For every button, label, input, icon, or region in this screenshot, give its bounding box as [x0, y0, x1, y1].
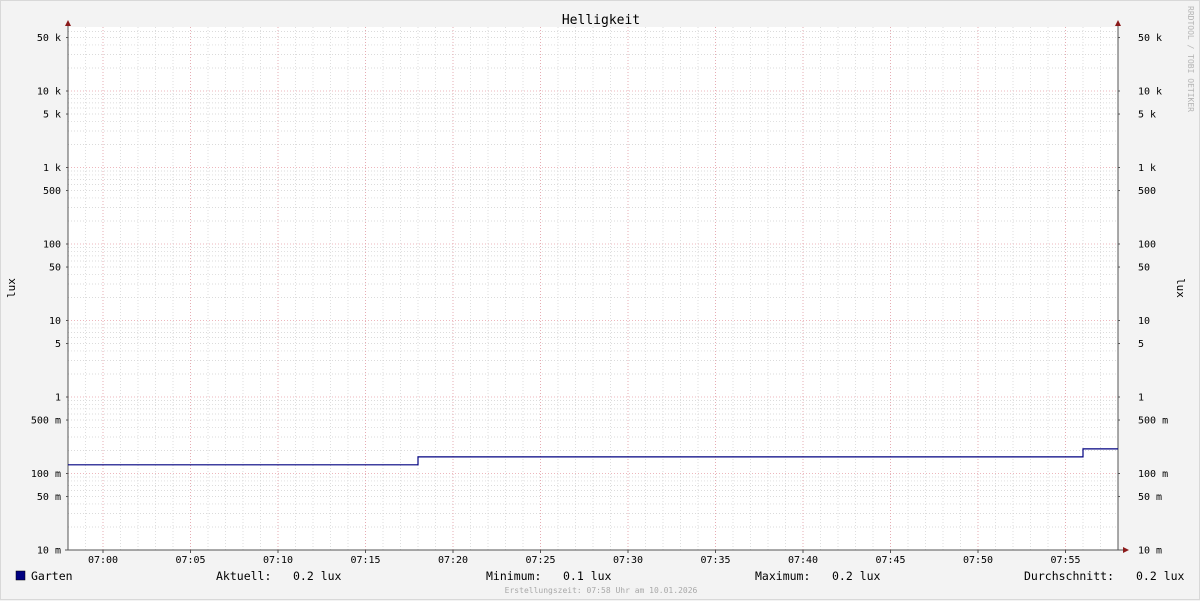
- y-tick-label-left: 50: [49, 263, 61, 274]
- y-tick-label-left: 100: [43, 240, 61, 251]
- stat-label-minimum: Minimum:: [486, 569, 541, 583]
- y-axis-label-left: lux: [5, 278, 18, 298]
- grid: [67, 27, 1119, 551]
- left-axis-arrow: [65, 20, 71, 26]
- y-tick-label-left: 100 m: [31, 469, 61, 480]
- stat-label-current: Aktuell:: [216, 569, 271, 583]
- graph-frame: 10 m 10 m 50 m 50 m 100 m 100 m 500 m 500 m 1 1 5 5…: [0, 0, 1200, 600]
- creation-time-footer: Erstellungszeit: 07:58 Uhr am 10.01.2026: [505, 586, 698, 595]
- y-tick-label-left: 10 k: [37, 87, 61, 98]
- stat-value-minimum: 0.1 lux: [563, 569, 612, 583]
- x-tick-label: 07:55: [1050, 555, 1080, 566]
- chart-title: Helligkeit: [562, 13, 640, 28]
- y-tick-label-right: 100 m: [1138, 469, 1168, 480]
- stat-value-maximum: 0.2 lux: [832, 569, 881, 583]
- y-tick-label-left: 50 k: [37, 33, 61, 44]
- x-tick-label: 07:50: [963, 555, 993, 566]
- x-tick-label: 07:20: [438, 555, 468, 566]
- y-tick-label-left: 1 k: [43, 163, 61, 174]
- x-tick-label: 07:40: [788, 555, 818, 566]
- y-tick-label-right: 1 k: [1138, 163, 1156, 174]
- legend-swatch: [15, 570, 26, 581]
- y-tick-label-left: 500: [43, 186, 61, 197]
- right-axis-arrow: [1115, 20, 1121, 26]
- y-tick-label-right: 10: [1138, 316, 1150, 327]
- y-tick-label-right: 50 k: [1138, 33, 1162, 44]
- x-tick-label: 07:10: [263, 555, 293, 566]
- y-tick-label-left: 500 m: [31, 416, 61, 427]
- x-tick-label: 07:35: [700, 555, 730, 566]
- x-tick-label: 07:15: [350, 555, 380, 566]
- y-axis-label-right: lux: [1174, 278, 1187, 298]
- x-tick-label: 07:30: [613, 555, 643, 566]
- y-tick-label-right: 500: [1138, 186, 1156, 197]
- stat-label-average: Durchschnitt:: [1024, 569, 1114, 583]
- y-tick-label-right: 10 k: [1138, 87, 1162, 98]
- y-tick-label-right: 5: [1138, 339, 1144, 350]
- y-tick-label-left: 50 m: [37, 492, 61, 503]
- watermark: RRDTOOL / TOBI OETIKER: [1186, 6, 1195, 112]
- x-tick-label: 07:45: [875, 555, 905, 566]
- y-tick-label-right: 5 k: [1138, 110, 1156, 121]
- y-tick-label-right: 500 m: [1138, 416, 1168, 427]
- stat-value-current: 0.2 lux: [293, 569, 342, 583]
- y-tick-label-left: 10 m: [37, 546, 61, 557]
- legend-series-name: Garten: [31, 569, 73, 583]
- y-tick-label-left: 5 k: [43, 110, 61, 121]
- lux-chart: 10 m 10 m 50 m 50 m 100 m 100 m 500 m 500 m 1 1 5 5…: [5, 6, 1195, 595]
- y-tick-label-left: 5: [55, 339, 61, 350]
- y-tick-label-left: 10: [49, 316, 61, 327]
- x-tick-label: 07:25: [525, 555, 555, 566]
- stat-value-average: 0.2 lux: [1136, 569, 1185, 583]
- y-tick-label-right: 1: [1138, 393, 1144, 404]
- y-tick-label-right: 10 m: [1138, 546, 1162, 557]
- x-axis-arrow: [1123, 547, 1129, 553]
- stat-label-maximum: Maximum:: [755, 569, 810, 583]
- y-tick-label-left: 1: [55, 393, 61, 404]
- x-tick-label: 07:05: [175, 555, 205, 566]
- y-tick-label-right: 50 m: [1138, 492, 1162, 503]
- y-tick-label-right: 100: [1138, 240, 1156, 251]
- y-tick-label-right: 50: [1138, 263, 1150, 274]
- x-tick-label: 07:00: [88, 555, 118, 566]
